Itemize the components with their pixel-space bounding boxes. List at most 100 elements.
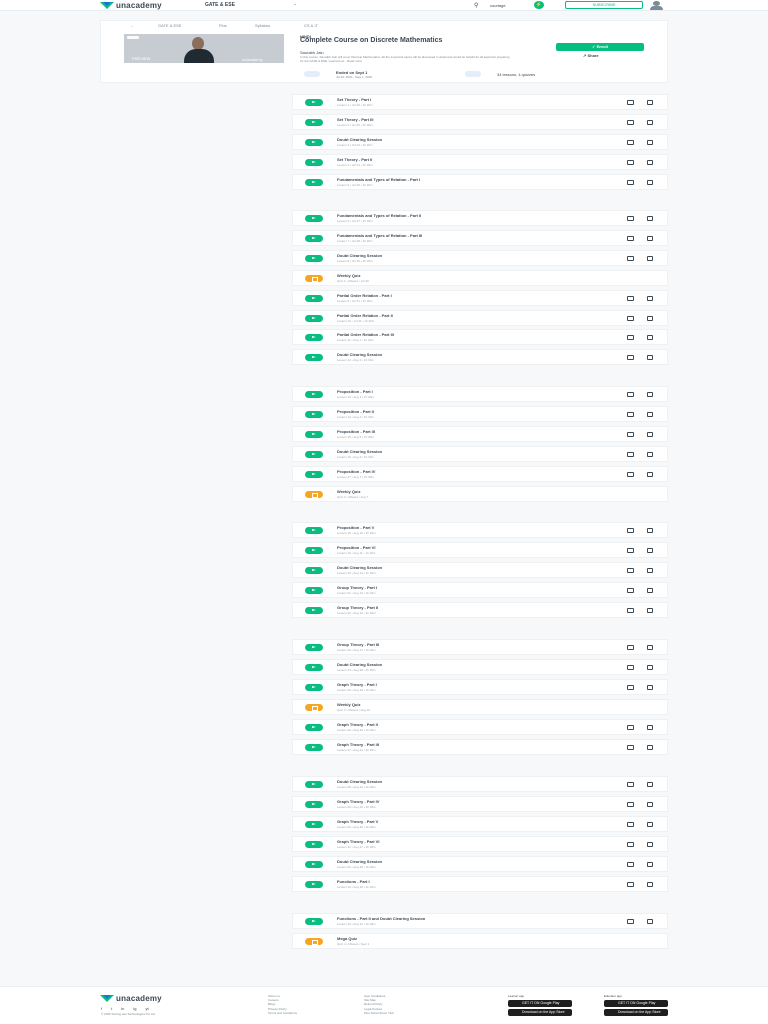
lesson-row[interactable]: Group Theory - Part II Lesson 22 • Aug 14… — [292, 601, 668, 618]
notes-download-icon[interactable] — [627, 411, 634, 417]
chevron-down-icon[interactable]: ⌄ — [293, 1, 297, 7]
twitter-icon[interactable]: t — [111, 1006, 112, 1011]
lesson-row[interactable]: Proposition - Part I Lesson 13 • Aug 3 • … — [292, 386, 668, 402]
google-play-button[interactable]: GET IT ON Google Play — [508, 1000, 572, 1007]
quiz-row[interactable]: Weekly Quiz Quiz 3 • Missed • Aug 19 — [292, 698, 668, 715]
lesson-row[interactable]: Graph Theory - Part I Lesson 25 • Aug 19 … — [292, 678, 668, 695]
lightning-icon[interactable]: ⚡ — [534, 1, 544, 9]
save-icon[interactable] — [647, 451, 653, 457]
breadcrumb-plus[interactable]: Plus — [219, 23, 227, 28]
save-icon[interactable] — [647, 255, 653, 261]
notes-download-icon[interactable] — [627, 881, 634, 887]
notes-download-icon[interactable] — [627, 841, 634, 847]
notes-download-icon[interactable] — [627, 861, 634, 867]
lesson-row[interactable]: Doubt Clearing Session Lesson 24 • Aug 18… — [292, 658, 668, 675]
save-icon[interactable] — [647, 567, 653, 573]
lesson-row[interactable]: Fundamentals and Types of Relation - Par… — [292, 173, 668, 190]
notes-download-icon[interactable] — [627, 587, 634, 593]
instagram-icon[interactable]: ig — [133, 1006, 136, 1011]
lesson-row[interactable]: Set Theory - Part II Lesson 4 • Jul 24 • … — [292, 153, 668, 170]
notes-download-icon[interactable] — [627, 179, 634, 185]
lesson-row[interactable]: Proposition - Part VI Lesson 19 • Aug 11 … — [292, 541, 668, 558]
lesson-row[interactable]: Set Theory - Part III Lesson 2 • Jul 20 •… — [292, 113, 668, 130]
save-icon[interactable] — [647, 684, 653, 690]
footer-logo[interactable]: unacademy — [100, 994, 162, 1003]
notes-download-icon[interactable] — [627, 801, 634, 807]
notes-download-icon[interactable] — [627, 471, 634, 477]
save-icon[interactable] — [647, 119, 653, 125]
save-icon[interactable] — [647, 100, 653, 105]
lesson-row[interactable]: Partial Order Relation - Part I Lesson 9 … — [292, 289, 668, 306]
lesson-row[interactable]: Proposition - Part V Lesson 18 • Aug 10 •… — [292, 522, 668, 538]
save-icon[interactable] — [647, 216, 653, 221]
save-icon[interactable] — [647, 724, 653, 730]
breadcrumb-subject[interactable]: CS & IT — [304, 23, 318, 28]
lesson-row[interactable]: Doubt Clearing Session Lesson 20 • Aug 13… — [292, 561, 668, 578]
notes-download-icon[interactable] — [627, 335, 634, 341]
notes-download-icon[interactable] — [627, 119, 634, 125]
save-icon[interactable] — [647, 587, 653, 593]
lesson-row[interactable]: Proposition - Part III Lesson 15 • Aug 5 … — [292, 425, 668, 442]
lesson-row[interactable]: Fundamentals and Types of Relation - Par… — [292, 210, 668, 226]
lesson-row[interactable]: Set Theory - Part I Lesson 1 • Jul 20 • 1… — [292, 94, 668, 110]
notes-download-icon[interactable] — [627, 216, 634, 221]
quiz-row[interactable]: Weekly Quiz Quiz 1 • Missed • Jul 30 — [292, 269, 668, 286]
notes-download-icon[interactable] — [627, 821, 634, 827]
user-avatar[interactable] — [648, 1, 666, 10]
notes-download-icon[interactable] — [627, 684, 634, 690]
lesson-row[interactable]: Fundamentals and Types of Relation - Par… — [292, 229, 668, 246]
save-icon[interactable] — [647, 179, 653, 185]
save-icon[interactable] — [647, 295, 653, 301]
save-icon[interactable] — [647, 801, 653, 807]
youtube-icon[interactable]: yt — [146, 1006, 149, 1011]
notes-download-icon[interactable] — [627, 451, 634, 457]
notes-download-icon[interactable] — [627, 295, 634, 301]
footer-link[interactable]: Plus Subscription T&C — [364, 1011, 394, 1015]
share-button[interactable]: ↗ Share — [583, 53, 599, 58]
notes-download-icon[interactable] — [627, 645, 634, 650]
notes-download-icon[interactable] — [627, 315, 634, 321]
lesson-row[interactable]: Doubt Clearing Session Lesson 32 • Aug 28… — [292, 855, 668, 872]
save-icon[interactable] — [647, 471, 653, 477]
unacademy-logo[interactable]: unacademy — [100, 1, 162, 10]
save-icon[interactable] — [647, 139, 653, 145]
lesson-row[interactable]: Proposition - Part IV Lesson 17 • Aug 7 •… — [292, 465, 668, 482]
lesson-row[interactable]: Graph Theory - Part VI Lesson 31 • Aug 27… — [292, 835, 668, 852]
save-icon[interactable] — [647, 841, 653, 847]
save-icon[interactable] — [647, 744, 653, 750]
notes-download-icon[interactable] — [627, 159, 634, 165]
notes-download-icon[interactable] — [627, 664, 634, 670]
save-icon[interactable] — [647, 392, 653, 397]
lesson-row[interactable]: Partial Order Relation - Part III Lesson … — [292, 329, 668, 346]
lesson-row[interactable]: Doubt Clearing Session Lesson 28 • Aug 24… — [292, 776, 668, 792]
breadcrumb-goal[interactable]: GATE & ESE — [158, 23, 182, 28]
lesson-row[interactable]: Doubt Clearing Session Lesson 3 • Jul 23 … — [292, 133, 668, 150]
save-icon[interactable] — [647, 664, 653, 670]
notes-download-icon[interactable] — [627, 607, 634, 613]
lesson-row[interactable]: Proposition - Part II Lesson 14 • Aug 4 •… — [292, 405, 668, 422]
notes-download-icon[interactable] — [627, 392, 634, 397]
lesson-row[interactable]: Graph Theory - Part V Lesson 30 • Aug 26 … — [292, 815, 668, 832]
notes-download-icon[interactable] — [627, 431, 634, 437]
course-thumbnail[interactable]: PREVIEW unacademy — [124, 34, 284, 63]
search-input[interactable]: courtage — [490, 3, 506, 8]
lesson-row[interactable]: Functions - Part I Lesson 33 • Aug 29 • 1… — [292, 875, 668, 892]
footer-link[interactable]: Terms and Conditions — [268, 1011, 297, 1015]
goal-selector[interactable]: GATE & ESE — [205, 2, 235, 8]
lesson-row[interactable]: Graph Theory - Part II Lesson 26 • Aug 20… — [292, 718, 668, 735]
app-store-button[interactable]: Download on the App Store — [508, 1009, 572, 1016]
linkedin-icon[interactable]: in — [121, 1006, 124, 1011]
back-arrow-icon[interactable]: ← — [130, 23, 134, 28]
save-icon[interactable] — [647, 235, 653, 241]
notes-download-icon[interactable] — [627, 100, 634, 105]
notes-download-icon[interactable] — [627, 547, 634, 553]
save-icon[interactable] — [647, 607, 653, 613]
google-play-button[interactable]: GET IT ON Google Play — [604, 1000, 668, 1007]
save-icon[interactable] — [647, 919, 653, 924]
breadcrumb-syllabus[interactable]: Syllabus — [255, 23, 270, 28]
subscribe-button[interactable]: SUBSCRIBE — [565, 1, 643, 9]
lesson-row[interactable]: Group Theory - Part III Lesson 23 • Aug 1… — [292, 639, 668, 655]
lesson-row[interactable]: Functions - Part II and Doubt Clearing S… — [292, 913, 668, 929]
notes-download-icon[interactable] — [627, 139, 634, 145]
save-icon[interactable] — [647, 881, 653, 887]
